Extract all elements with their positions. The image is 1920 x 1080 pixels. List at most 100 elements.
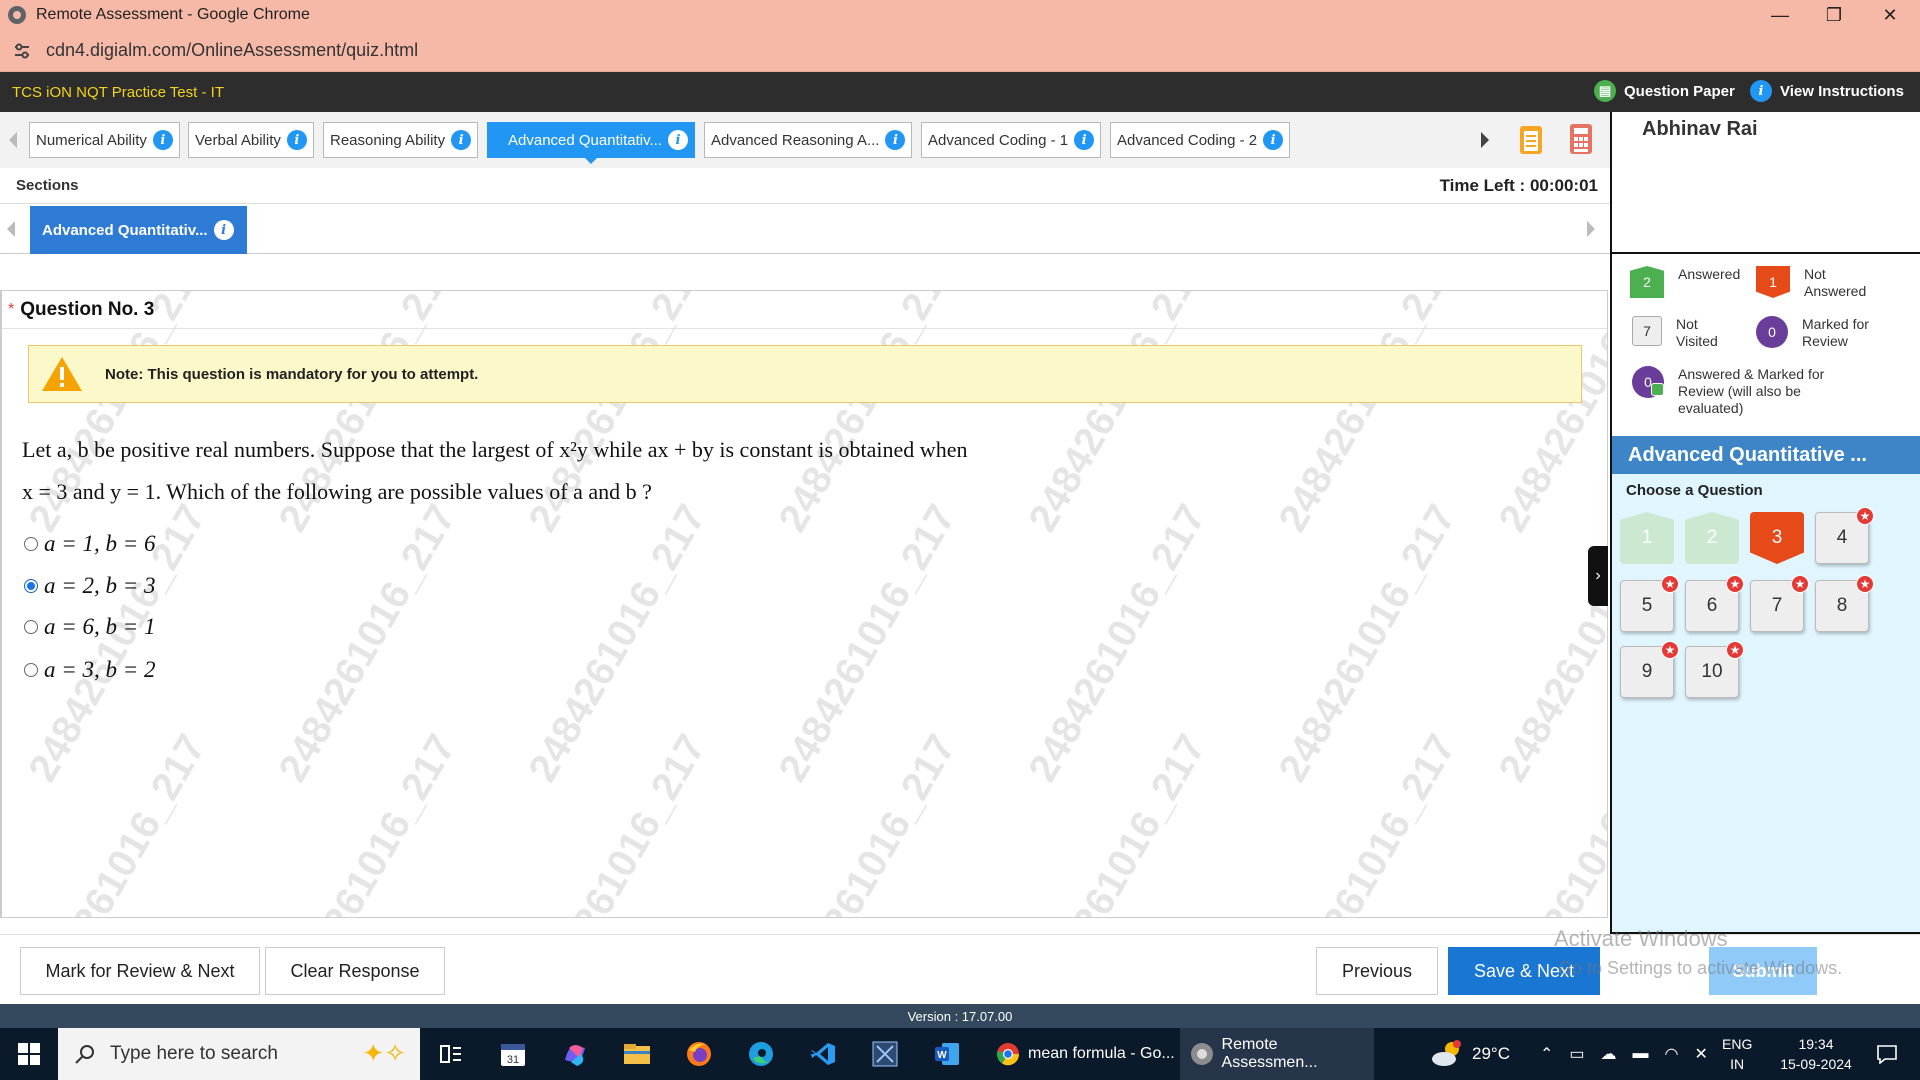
tab-advanced-reasoning[interactable]: Advanced Reasoning A... i [704, 122, 913, 158]
file-explorer-icon[interactable] [612, 1028, 662, 1080]
info-icon[interactable]: i [1074, 130, 1095, 150]
firefox-icon[interactable] [674, 1028, 724, 1080]
wifi-icon[interactable]: ◠ [1665, 1044, 1679, 1064]
previous-button[interactable]: Previous [1316, 947, 1438, 995]
tab-reasoning-ability[interactable]: Reasoning Ability i [323, 122, 479, 158]
subsection-tab-advanced-quantitative[interactable]: Advanced Quantitativ... i [30, 206, 247, 254]
windows-start-button[interactable] [0, 1028, 58, 1080]
site-settings-icon[interactable] [10, 39, 34, 63]
edge-icon[interactable] [736, 1028, 786, 1080]
maximize-button[interactable]: ❐ [1806, 0, 1862, 30]
question-number-label: 4 [1836, 527, 1848, 548]
url-field[interactable]: cdn4.digialm.com/OnlineAssessment/quiz.h… [46, 40, 418, 61]
monitor-app-icon[interactable] [860, 1028, 910, 1080]
taskbar-chrome-window-1[interactable]: mean formula - Go... [986, 1028, 1176, 1080]
browser-title-bar: Remote Assessment - Google Chrome — ❐ ✕ [0, 0, 1920, 30]
speaker-muted-icon[interactable]: ✕ [1695, 1044, 1708, 1064]
chevron-right-icon: › [1595, 567, 1601, 584]
taskbar-chrome-window-2[interactable]: Remote Assessmen... [1180, 1028, 1374, 1080]
copilot-icon[interactable] [550, 1028, 600, 1080]
calendar-app-icon[interactable]: 31 [488, 1028, 538, 1080]
status-legend: 2 Answered 1 Not Answered 7 Not Visited … [1610, 254, 1920, 436]
not-answered-badge: 1 [1756, 266, 1790, 298]
onedrive-icon[interactable]: ☁ [1601, 1044, 1617, 1064]
info-icon[interactable]: i [451, 130, 472, 150]
collapse-panel-handle[interactable]: › [1588, 546, 1608, 606]
svg-text:W: W [937, 1050, 947, 1061]
tab-label: Numerical Ability [36, 131, 147, 149]
question-button-6[interactable]: 6 ★ [1685, 575, 1744, 632]
legend-not-answered: 1 Not Answered [1756, 266, 1896, 300]
tab-advanced-quantitative[interactable]: Advanced Quantitativ... i [487, 122, 695, 164]
mandatory-star-icon: ★ [1726, 575, 1744, 593]
watermark-text: 2484261016_217 [1490, 497, 1608, 790]
legend-label: Answered [1678, 266, 1741, 282]
tabs-scroll-left-icon[interactable] [8, 132, 18, 148]
tab-numerical-ability[interactable]: Numerical Ability i [29, 122, 180, 158]
info-icon[interactable]: i [1263, 130, 1284, 150]
clock[interactable]: 19:34 15-09-2024 [1766, 1028, 1866, 1080]
mandatory-star-icon: ★ [1661, 641, 1679, 659]
question-paper-icon: ▤ [1594, 80, 1616, 102]
tab-label: Verbal Ability [195, 131, 281, 149]
view-instructions-link[interactable]: i View Instructions [1750, 80, 1904, 102]
mandatory-star: * [8, 300, 15, 318]
info-icon[interactable]: i [286, 130, 307, 150]
device-icon[interactable]: ▭ [1569, 1044, 1584, 1064]
chevron-up-icon[interactable]: ⌃ [1540, 1044, 1553, 1064]
info-icon[interactable]: i [213, 220, 234, 240]
clear-response-button[interactable]: Clear Response [265, 947, 445, 995]
word-icon[interactable]: W [922, 1028, 972, 1080]
weather-widget[interactable]: 29°C [1430, 1028, 1510, 1080]
info-icon[interactable]: i [667, 130, 688, 150]
taskbar-search[interactable]: Type here to search ✦✧ [58, 1028, 420, 1080]
tab-advanced-coding-1[interactable]: Advanced Coding - 1 i [921, 122, 1102, 158]
question-button-8[interactable]: 8 ★ [1815, 575, 1874, 632]
option-1[interactable]: a = 1, b = 6 [24, 531, 156, 557]
question-button-7[interactable]: 7 ★ [1750, 575, 1809, 632]
question-button-10[interactable]: 10 ★ [1685, 641, 1744, 698]
option-2[interactable]: a = 2, b = 3 [24, 573, 156, 599]
task-view-icon[interactable] [426, 1028, 476, 1080]
question-button-3[interactable]: 3 [1750, 512, 1804, 564]
question-button-2[interactable]: 2 [1685, 512, 1739, 564]
minimize-button[interactable]: — [1752, 0, 1808, 30]
subsection-scroll-right-icon[interactable] [1586, 221, 1596, 237]
tabs-scroll-right-icon[interactable] [1480, 132, 1490, 148]
calculator-icon[interactable] [1568, 122, 1594, 156]
mark-for-review-next-button[interactable]: Mark for Review & Next [20, 947, 260, 995]
subsection-scroll-left-icon[interactable] [6, 221, 16, 237]
question-text-line-2: x = 3 and y = 1. Which of the following … [22, 479, 652, 504]
option-4[interactable]: a = 3, b = 2 [24, 657, 156, 683]
radio-button[interactable] [24, 537, 38, 551]
question-button-4[interactable]: 4 ★ [1815, 507, 1874, 564]
info-icon[interactable]: i [152, 130, 173, 150]
sparkle-icon: ✦✧ [362, 1038, 406, 1068]
radio-button[interactable] [24, 620, 38, 634]
activate-windows-hint: Go to Settings to activate Windows. [1558, 958, 1843, 978]
question-button-5[interactable]: 5 ★ [1620, 575, 1679, 632]
question-paper-link[interactable]: ▤ Question Paper [1594, 80, 1735, 102]
version-bar: Version : 17.07.00 [0, 1004, 1920, 1028]
close-window-button[interactable]: ✕ [1862, 0, 1918, 30]
question-button-1[interactable]: 1 [1620, 512, 1674, 564]
mandatory-star-icon: ★ [1726, 641, 1744, 659]
info-icon[interactable]: i [885, 130, 906, 150]
radio-button[interactable] [24, 579, 38, 593]
option-label: a = 1, b = 6 [44, 531, 156, 556]
battery-icon[interactable]: ▬ [1633, 1045, 1649, 1063]
notifications-icon[interactable] [1866, 1028, 1908, 1080]
tab-advanced-coding-2[interactable]: Advanced Coding - 2 i [1110, 122, 1291, 158]
question-button-9[interactable]: 9 ★ [1620, 641, 1679, 698]
vscode-icon[interactable] [798, 1028, 848, 1080]
language-indicator[interactable]: ENG IN [1722, 1028, 1752, 1080]
question-paper-label: Question Paper [1624, 82, 1735, 100]
option-3[interactable]: a = 6, b = 1 [24, 614, 156, 640]
radio-button[interactable] [24, 663, 38, 677]
tab-verbal-ability[interactable]: Verbal Ability i [188, 122, 314, 158]
notepad-icon[interactable] [1518, 122, 1544, 156]
marked-badge: 0 [1756, 316, 1788, 348]
candidate-panel: Abhinav Rai [1610, 112, 1920, 254]
chrome-icon [8, 6, 26, 24]
legend-marked: 0 Marked for Review [1756, 316, 1916, 350]
